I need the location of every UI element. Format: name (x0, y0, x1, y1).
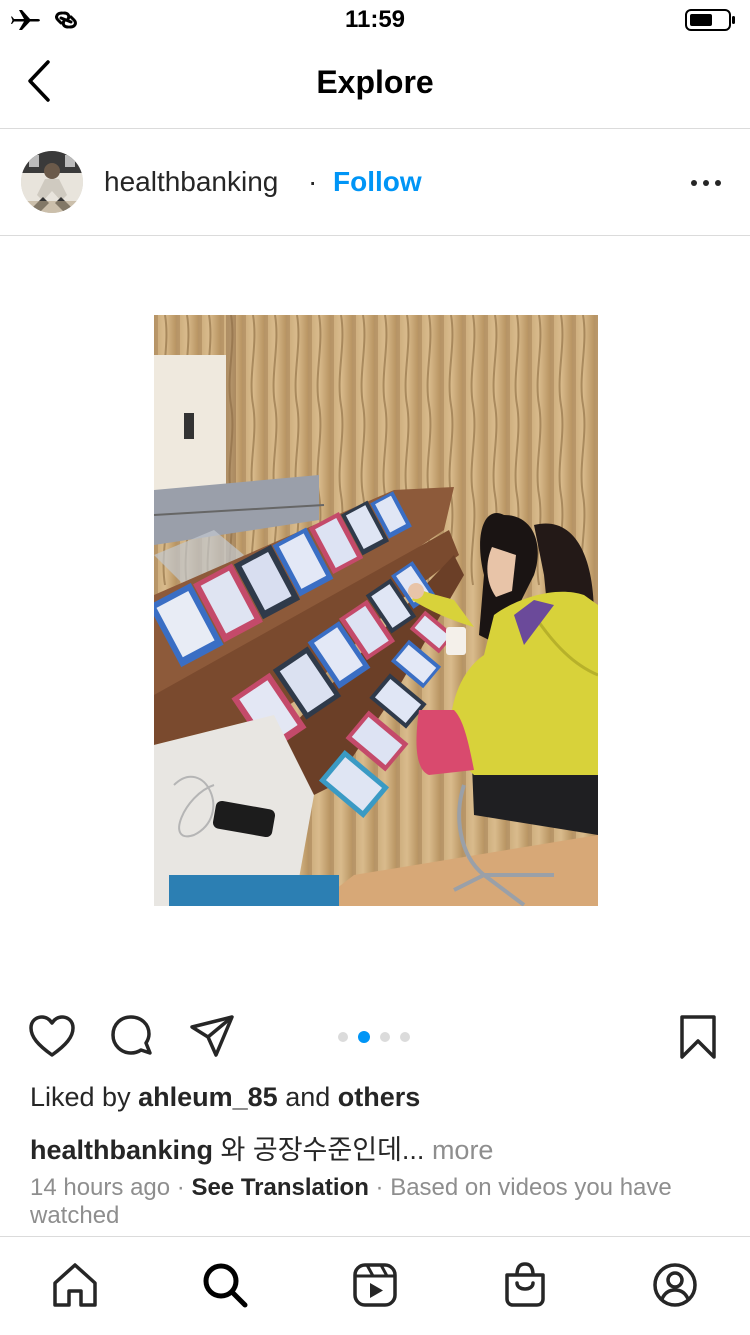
see-translation-link[interactable]: See Translation (191, 1174, 368, 1201)
more-horizontal-icon[interactable] (688, 171, 724, 195)
battery-icon (685, 9, 735, 31)
comment-icon[interactable] (108, 1013, 156, 1061)
liked-by-others[interactable]: others (338, 1082, 421, 1112)
profile-icon[interactable] (651, 1261, 699, 1309)
likes-line: Liked by ahleum_85 and others (30, 1082, 420, 1113)
status-bar: 11:59 (0, 0, 750, 40)
caption-text: 와 공장수준인데... (220, 1135, 425, 1165)
post-caption: healthbanking 와 공장수준인데... more (30, 1128, 493, 1167)
liked-by-user[interactable]: ahleum_85 (138, 1082, 278, 1112)
meta-separator: · (375, 1174, 384, 1201)
post-image[interactable] (154, 315, 598, 906)
reels-icon[interactable] (351, 1261, 399, 1309)
nav-bar: Explore (0, 40, 750, 129)
carousel-dot (400, 1031, 410, 1042)
separator-dot: · (308, 166, 318, 197)
tab-bar (0, 1236, 750, 1335)
share-icon[interactable] (188, 1013, 236, 1059)
bookmark-icon[interactable] (678, 1013, 718, 1061)
search-icon[interactable] (201, 1261, 249, 1309)
likes-prefix: Liked by (30, 1082, 131, 1112)
carousel-dot-active (358, 1030, 370, 1043)
caption-more-link[interactable]: more (432, 1135, 494, 1165)
carousel-dot (338, 1031, 348, 1042)
post-meta: 14 hours ago · See Translation · Based o… (30, 1174, 720, 1230)
action-bar (0, 1005, 750, 1067)
post-time: 14 hours ago (30, 1174, 171, 1201)
home-icon[interactable] (51, 1261, 99, 1309)
avatar[interactable] (21, 151, 83, 213)
page-title: Explore (316, 64, 434, 100)
post-header: healthbanking · Follow (0, 129, 750, 236)
carousel-dot (380, 1031, 390, 1042)
meta-separator: · (176, 1174, 185, 1201)
heart-icon[interactable] (28, 1013, 76, 1059)
status-time: 11:59 (344, 6, 406, 33)
carousel-indicator (338, 1028, 420, 1043)
likes-conjunction: and (285, 1082, 331, 1112)
post-username[interactable]: healthbanking (104, 166, 278, 198)
shop-icon[interactable] (501, 1261, 549, 1309)
follow-button[interactable]: Follow (333, 166, 422, 198)
caption-username[interactable]: healthbanking (30, 1135, 213, 1165)
